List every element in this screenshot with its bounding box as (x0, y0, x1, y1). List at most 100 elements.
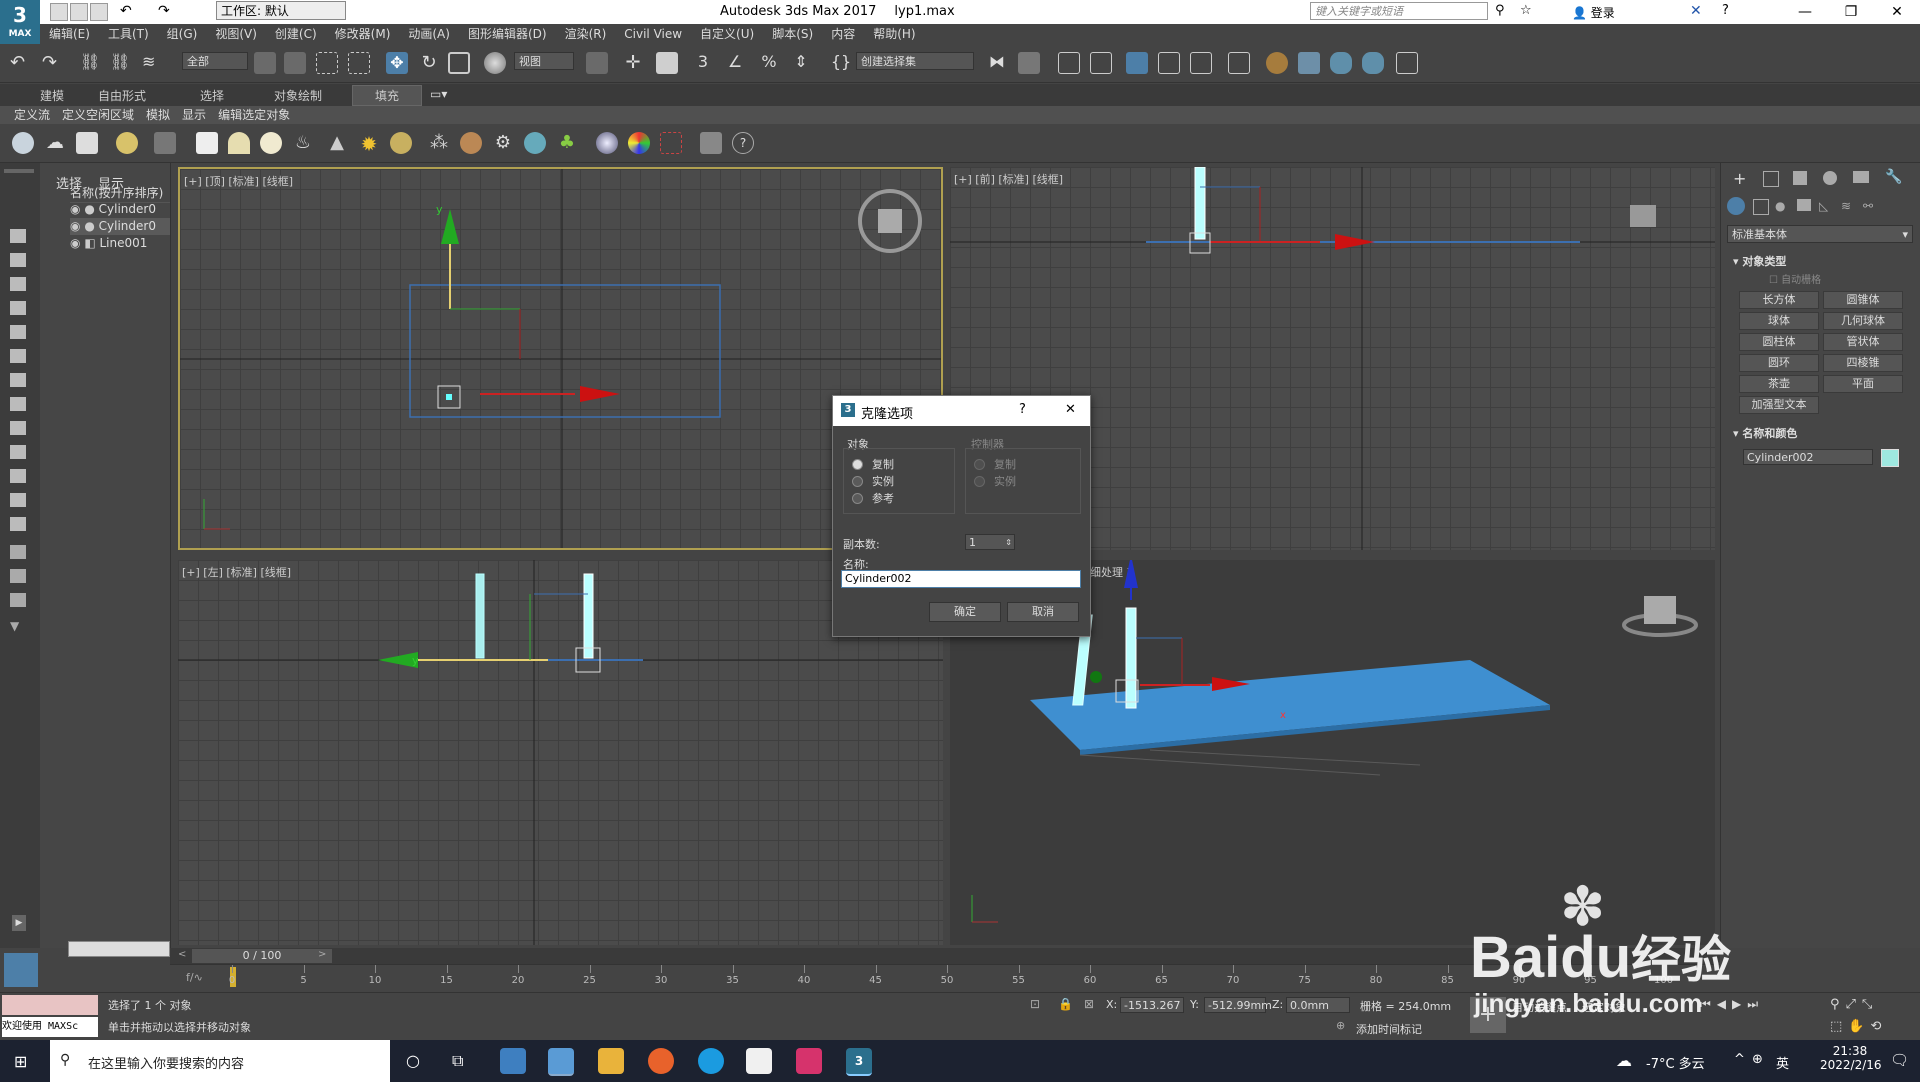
box-button[interactable]: 长方体 (1739, 291, 1819, 309)
select-manipulate-icon[interactable]: ✛ (622, 52, 644, 74)
reference-coordinate-dropdown[interactable]: 视图 (514, 52, 574, 70)
frozen-filter-icon[interactable] (10, 469, 26, 483)
render-cloud-icon[interactable] (1362, 52, 1384, 74)
workspace-dropdown[interactable]: 工作区: 默认 (216, 1, 346, 20)
named-selection-sets-dropdown[interactable]: 创建选择集 (856, 52, 974, 70)
material-editor-icon[interactable] (1228, 52, 1250, 74)
menu-views[interactable]: 视图(V) (206, 24, 266, 44)
copies-spinner[interactable]: 1 ⇕ (965, 534, 1015, 550)
list-item[interactable]: ◉ ● Cylinder0 (70, 201, 170, 218)
dialog-help-button[interactable]: ? (1019, 402, 1026, 417)
close-button[interactable]: ✕ (1874, 0, 1920, 24)
tab-populate[interactable]: 填充 (352, 85, 423, 106)
maxscript-listener[interactable] (2, 995, 98, 1015)
freeze-icon[interactable]: ● (84, 219, 94, 233)
save-file-icon[interactable] (90, 3, 108, 21)
add-time-tag[interactable]: 添加时间标记 (1356, 1021, 1422, 1037)
freeze-icon[interactable]: ● (84, 202, 94, 216)
dialog-close-button[interactable]: ✕ (1065, 402, 1076, 417)
sun-icon[interactable]: ✹ (358, 132, 380, 156)
object-name-input[interactable]: Cylinder002 (1743, 449, 1873, 465)
explorer-hscrollbar[interactable] (68, 941, 170, 957)
menu-create[interactable]: 创建(C) (266, 24, 326, 44)
name-color-rollout[interactable]: ▾ 名称和颜色 (1733, 425, 1797, 441)
exchange-icon[interactable]: ✕ (1690, 3, 1706, 19)
object-type-rollout[interactable]: ▾ 对象类型 (1733, 253, 1786, 269)
ribbon-define-idle-areas[interactable]: 定义空闲区域 (56, 106, 140, 124)
utilities-tab-icon[interactable]: 🔧 (1885, 169, 1902, 185)
curve-editor-icon[interactable] (1158, 52, 1180, 74)
set-key-icon[interactable]: + (1470, 997, 1506, 1033)
category-dropdown[interactable]: 标准基本体 ▾ (1727, 225, 1913, 243)
visibility-icon[interactable]: ◉ (70, 219, 80, 233)
snaps-toggle-icon[interactable]: 3 (692, 52, 714, 74)
open-file-icon[interactable] (70, 3, 88, 21)
redo-icon[interactable]: ↷ (158, 3, 174, 19)
viewport-nav-controls[interactable]: ⚲⤢⤡ (1830, 997, 1878, 1012)
menu-modifiers[interactable]: 修改器(M) (326, 24, 400, 44)
render-production-icon[interactable] (1330, 52, 1352, 74)
time-next-icon[interactable]: > (318, 949, 330, 963)
sphere-icon[interactable] (260, 132, 282, 154)
bind-spacewarp-icon[interactable]: ≋ (142, 52, 164, 74)
material-sphere-icon[interactable] (596, 132, 618, 154)
taskbar-app-icon[interactable] (796, 1048, 822, 1074)
menu-content[interactable]: 内容 (822, 24, 864, 44)
sphere-button[interactable]: 球体 (1739, 312, 1819, 330)
cameras-category-icon[interactable] (1797, 199, 1811, 211)
z-coordinate-field[interactable]: 0.0mm (1286, 997, 1350, 1013)
menu-edit[interactable]: 编辑(E) (40, 24, 99, 44)
render-output-icon[interactable] (700, 132, 722, 154)
helper-filter-icon[interactable] (10, 325, 26, 339)
visibility-icon[interactable]: ◉ (70, 236, 80, 250)
dialog-titlebar[interactable]: 3 克隆选项 ? ✕ (833, 396, 1090, 426)
minimize-button[interactable]: — (1782, 0, 1828, 24)
time-tag-icon[interactable]: ⊕ (1336, 1019, 1345, 1032)
help-icon[interactable]: ? (1722, 3, 1738, 19)
bone-icon[interactable]: ⚙ (492, 132, 514, 154)
ribbon-simulate[interactable]: 模拟 (140, 106, 176, 124)
menu-scripting[interactable]: 脚本(S) (763, 24, 822, 44)
ime-indicator[interactable]: 英 (1776, 1053, 1789, 1072)
render-setup-icon[interactable] (1266, 52, 1288, 74)
dome-icon[interactable] (228, 132, 250, 154)
teapot-icon[interactable] (12, 132, 34, 154)
max-logo[interactable]: 3 MAX (0, 0, 40, 44)
list-icon[interactable] (10, 569, 26, 583)
schematic-view-icon[interactable] (1190, 52, 1212, 74)
rendered-frame-window-icon[interactable] (1298, 52, 1320, 74)
taskbar-file-explorer-icon[interactable] (598, 1048, 624, 1074)
notification-icon[interactable]: 🗨 (1890, 1051, 1909, 1069)
taskbar-edge-icon[interactable] (698, 1048, 724, 1074)
taskbar-search[interactable]: ⚲ 在这里输入你要搜索的内容 (50, 1040, 390, 1082)
autogrid-checkbox[interactable]: ☐ 自动栅格 (1769, 271, 1821, 286)
lock-icon[interactable]: 🔒 (1058, 997, 1073, 1011)
create-tab-icon[interactable]: + (1733, 169, 1746, 188)
taskbar-notepad-icon[interactable] (746, 1048, 772, 1074)
maxscript-welcome[interactable]: 欢迎使用 MAXSc (2, 1017, 98, 1037)
light-filter-icon[interactable] (10, 277, 26, 291)
mirror-icon[interactable]: ⧓ (986, 52, 1008, 74)
tab-selection[interactable]: 选择 (200, 87, 224, 104)
shape-filter-icon[interactable] (10, 253, 26, 267)
window-crossing-icon[interactable] (348, 52, 370, 74)
light-icon[interactable] (116, 132, 138, 154)
task-view-icon[interactable]: ⧉ (452, 1051, 463, 1071)
ok-button[interactable]: 确定 (929, 602, 1001, 622)
geometry-filter-icon[interactable] (10, 229, 26, 243)
tab-object-paint[interactable]: 对象绘制 (274, 87, 322, 104)
helpers-category-icon[interactable]: ◺ (1819, 199, 1828, 213)
list-item[interactable]: ◉ ◧ Line001 (70, 235, 170, 252)
object-color-swatch[interactable] (1881, 449, 1899, 467)
viewport-nav-controls-2[interactable]: ⬚✋⟲ (1830, 1019, 1887, 1034)
menu-civil-view[interactable]: Civil View (615, 24, 691, 44)
container-filter-icon[interactable] (10, 445, 26, 459)
find-icon[interactable] (10, 593, 26, 607)
help-search-input[interactable]: 键入关键字或短语 (1310, 2, 1488, 20)
help-icon[interactable]: ? (732, 132, 754, 154)
torus-button[interactable]: 圆环 (1739, 354, 1819, 372)
select-move-icon[interactable]: ✥ (386, 52, 408, 74)
name-input[interactable]: Cylinder002 (841, 570, 1081, 588)
list-item[interactable]: ◉ ● Cylinder0 (70, 218, 170, 235)
textplus-button[interactable]: 加强型文本 (1739, 396, 1819, 414)
